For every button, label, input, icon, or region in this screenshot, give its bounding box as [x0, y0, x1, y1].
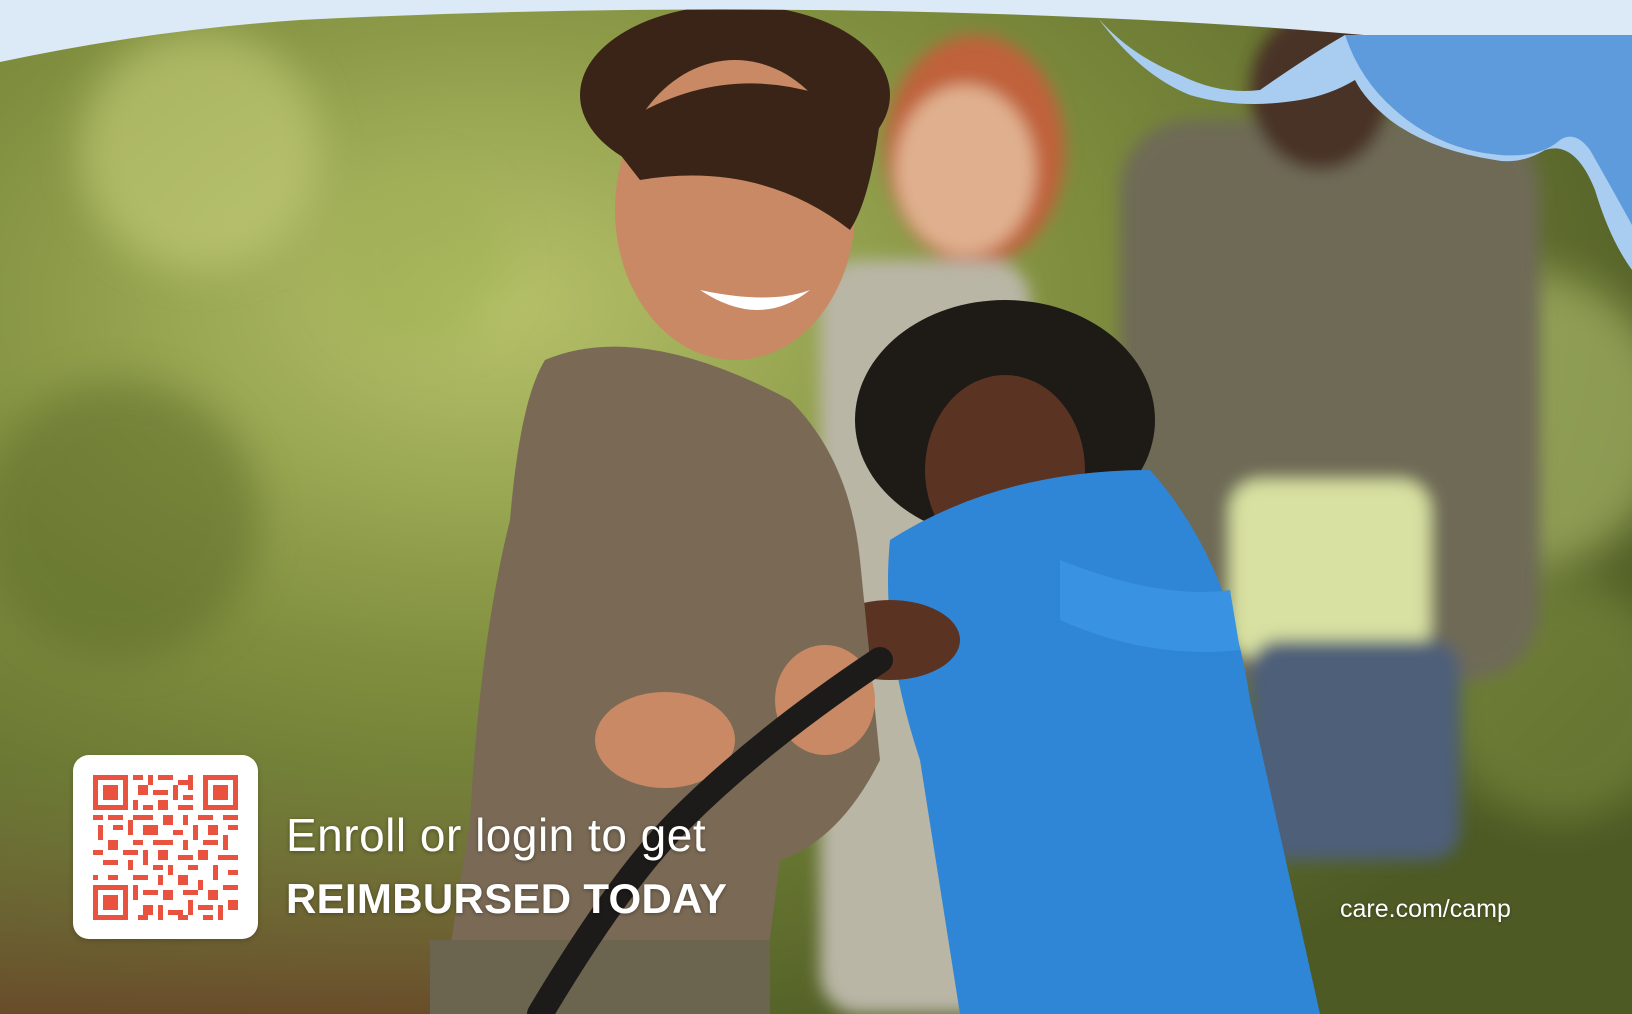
- cta-subheadline: REIMBURSED TODAY: [286, 875, 728, 922]
- cta-headline: Enroll or login to get: [286, 809, 707, 861]
- top-wave-decoration: [0, 0, 1632, 270]
- qr-code-icon: [93, 775, 238, 920]
- qr-code-card[interactable]: [73, 755, 258, 939]
- website-url[interactable]: care.com/camp: [1340, 895, 1511, 924]
